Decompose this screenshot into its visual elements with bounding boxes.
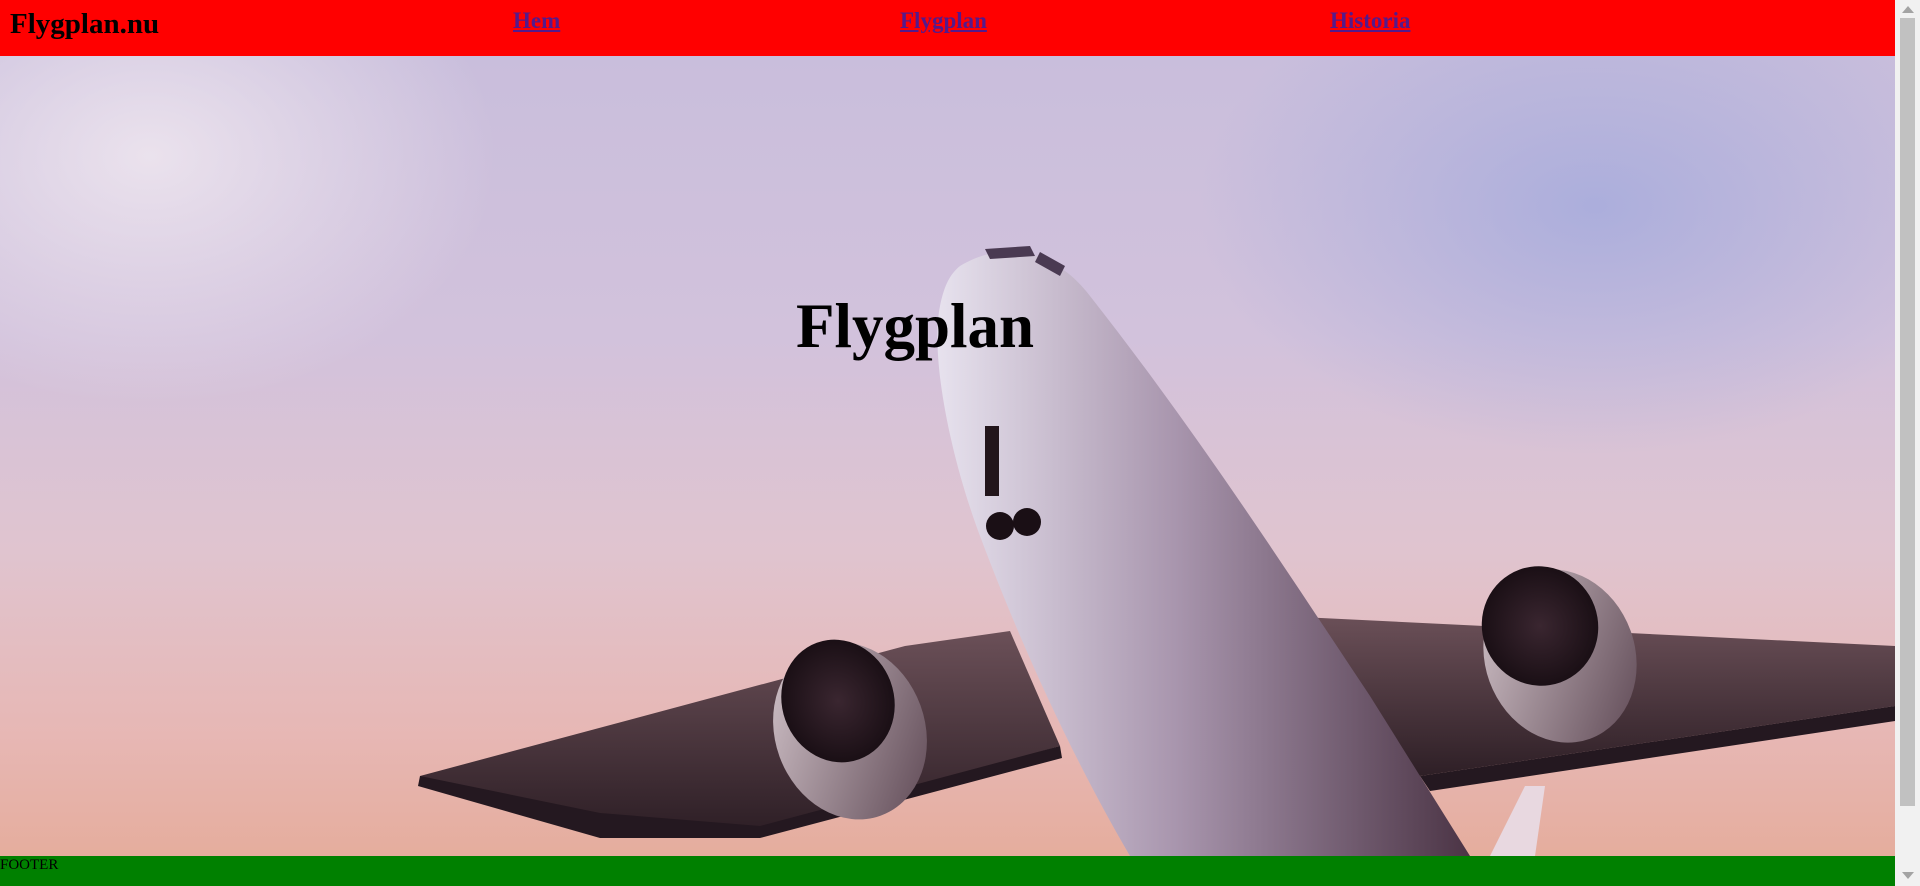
airplane-image <box>418 246 1895 856</box>
hero-title: Flygplan <box>796 291 1035 361</box>
nav-link-historia[interactable]: Historia <box>1330 8 1411 34</box>
nav-link-flygplan[interactable]: Flygplan <box>900 8 987 34</box>
footer-text: FOOTER <box>0 857 59 873</box>
hero-section: Flygplan <box>0 56 1895 856</box>
site-footer: FOOTER <box>0 856 1895 886</box>
nav-link-hem[interactable]: Hem <box>513 8 560 34</box>
site-header: Flygplan.nu Hem Flygplan Historia <box>0 0 1895 56</box>
vertical-scrollbar[interactable] <box>1895 0 1920 886</box>
scrollbar-thumb[interactable] <box>1900 18 1915 806</box>
scroll-down-arrow-icon[interactable] <box>1902 872 1914 879</box>
page: Flygplan.nu Hem Flygplan Historia Flygpl… <box>0 0 1895 886</box>
site-logo[interactable]: Flygplan.nu <box>10 8 159 41</box>
scroll-up-arrow-icon[interactable] <box>1902 6 1914 13</box>
